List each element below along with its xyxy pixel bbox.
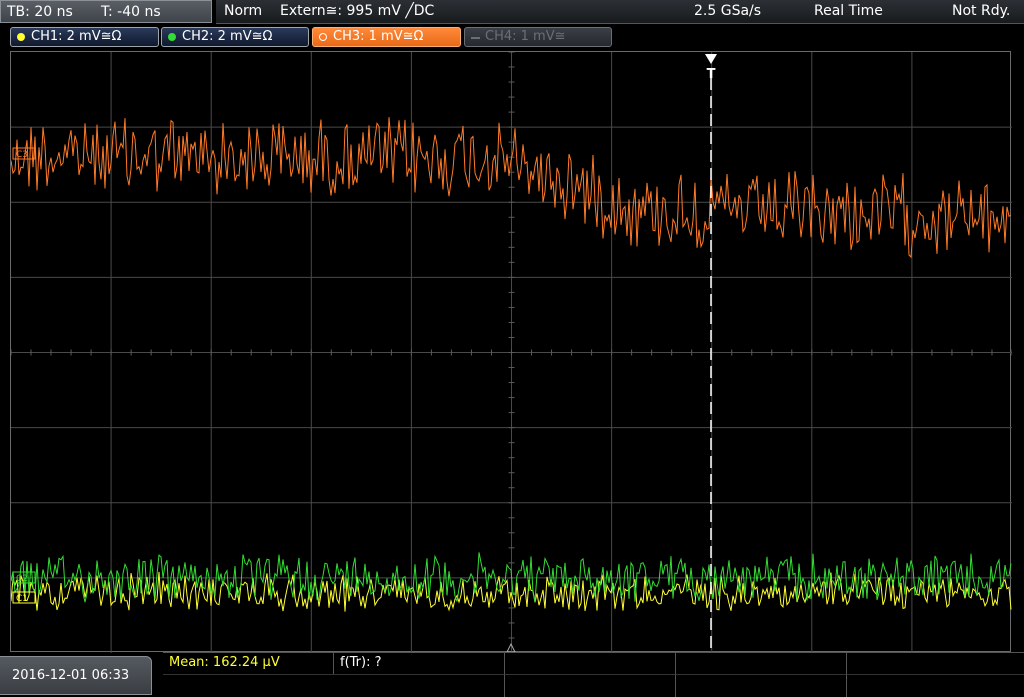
waveform-area[interactable]: T C3 C2 C1 — [11, 52, 1012, 653]
frequency-measurement: f(Tr): ? — [340, 655, 382, 670]
channel-label: CH4: 1 mV≅ — [485, 29, 566, 44]
meas-cell-empty-2[interactable] — [676, 653, 847, 674]
channel-label: CH3: 1 mV≅Ω — [333, 29, 424, 44]
trigger-mode[interactable]: Norm — [224, 3, 262, 20]
trigger-time-readout[interactable]: T: -40 ns — [101, 4, 161, 21]
trigger-source[interactable]: Extern≅: 995 mV ╱DC — [280, 3, 434, 20]
waveform-display[interactable]: T C3 C2 C1 — [10, 51, 1012, 653]
mean-measurement: Mean: 162.24 µV — [169, 655, 280, 670]
acquisition-status: Norm Extern≅: 995 mV ╱DC 2.5 GSa/s Real … — [216, 0, 1024, 24]
meas-cell-empty-5[interactable] — [505, 674, 676, 697]
meas-cell-mean[interactable]: Mean: 162.24 µV — [163, 653, 334, 674]
ch1-marker-label: C1 — [16, 594, 28, 604]
channel-tab-ch4[interactable]: CH4: 1 mV≅ — [464, 27, 612, 47]
meas-cell-empty-3[interactable] — [847, 653, 1024, 674]
date-time: 2016-12-01 06:33 — [12, 668, 130, 683]
date-time-display: 2016-12-01 06:33 — [0, 656, 152, 695]
measurement-panel[interactable]: Mean: 162.24 µV f(Tr): ? — [163, 652, 1024, 697]
sample-rate: 2.5 GSa/s — [694, 3, 762, 19]
ch3-marker-label: C3 — [16, 150, 28, 160]
ch3-indicator-icon — [319, 33, 327, 41]
meas-cell-empty-7[interactable] — [847, 674, 1024, 697]
ch1-indicator-icon — [17, 33, 25, 41]
ch1-offset-marker[interactable]: C1 — [12, 591, 36, 604]
trigger-label: T — [707, 67, 716, 82]
meas-cell-empty-6[interactable] — [676, 674, 847, 697]
ch2-marker-label: C2 — [16, 574, 28, 584]
ch4-indicator-icon — [471, 37, 480, 39]
channel-tab-ch3[interactable]: CH3: 1 mV≅Ω — [312, 27, 461, 47]
trigger-marker-icon[interactable] — [705, 54, 717, 64]
acquisition-mode: Real Time — [814, 3, 883, 19]
meas-cell-empty-1[interactable] — [505, 653, 676, 674]
ch2-indicator-icon — [168, 33, 176, 41]
channel-tab-ch2[interactable]: CH2: 2 mV≅Ω — [161, 27, 309, 47]
channel-label: CH1: 2 mV≅Ω — [31, 29, 122, 44]
meas-cell-freq[interactable]: f(Tr): ? — [334, 653, 505, 674]
status-bar: TB: 20 ns T: -40 ns Norm Extern≅: 995 mV… — [0, 0, 1024, 24]
channel-label: CH2: 2 mV≅Ω — [182, 29, 273, 44]
timebase-box[interactable]: TB: 20 ns T: -40 ns — [0, 0, 212, 23]
meas-cell-empty-4[interactable] — [163, 674, 505, 697]
ready-status: Not Rdy. — [952, 3, 1011, 19]
timebase-readout[interactable]: TB: 20 ns — [7, 4, 73, 21]
channel-tab-ch1[interactable]: CH1: 2 mV≅Ω — [10, 27, 159, 47]
